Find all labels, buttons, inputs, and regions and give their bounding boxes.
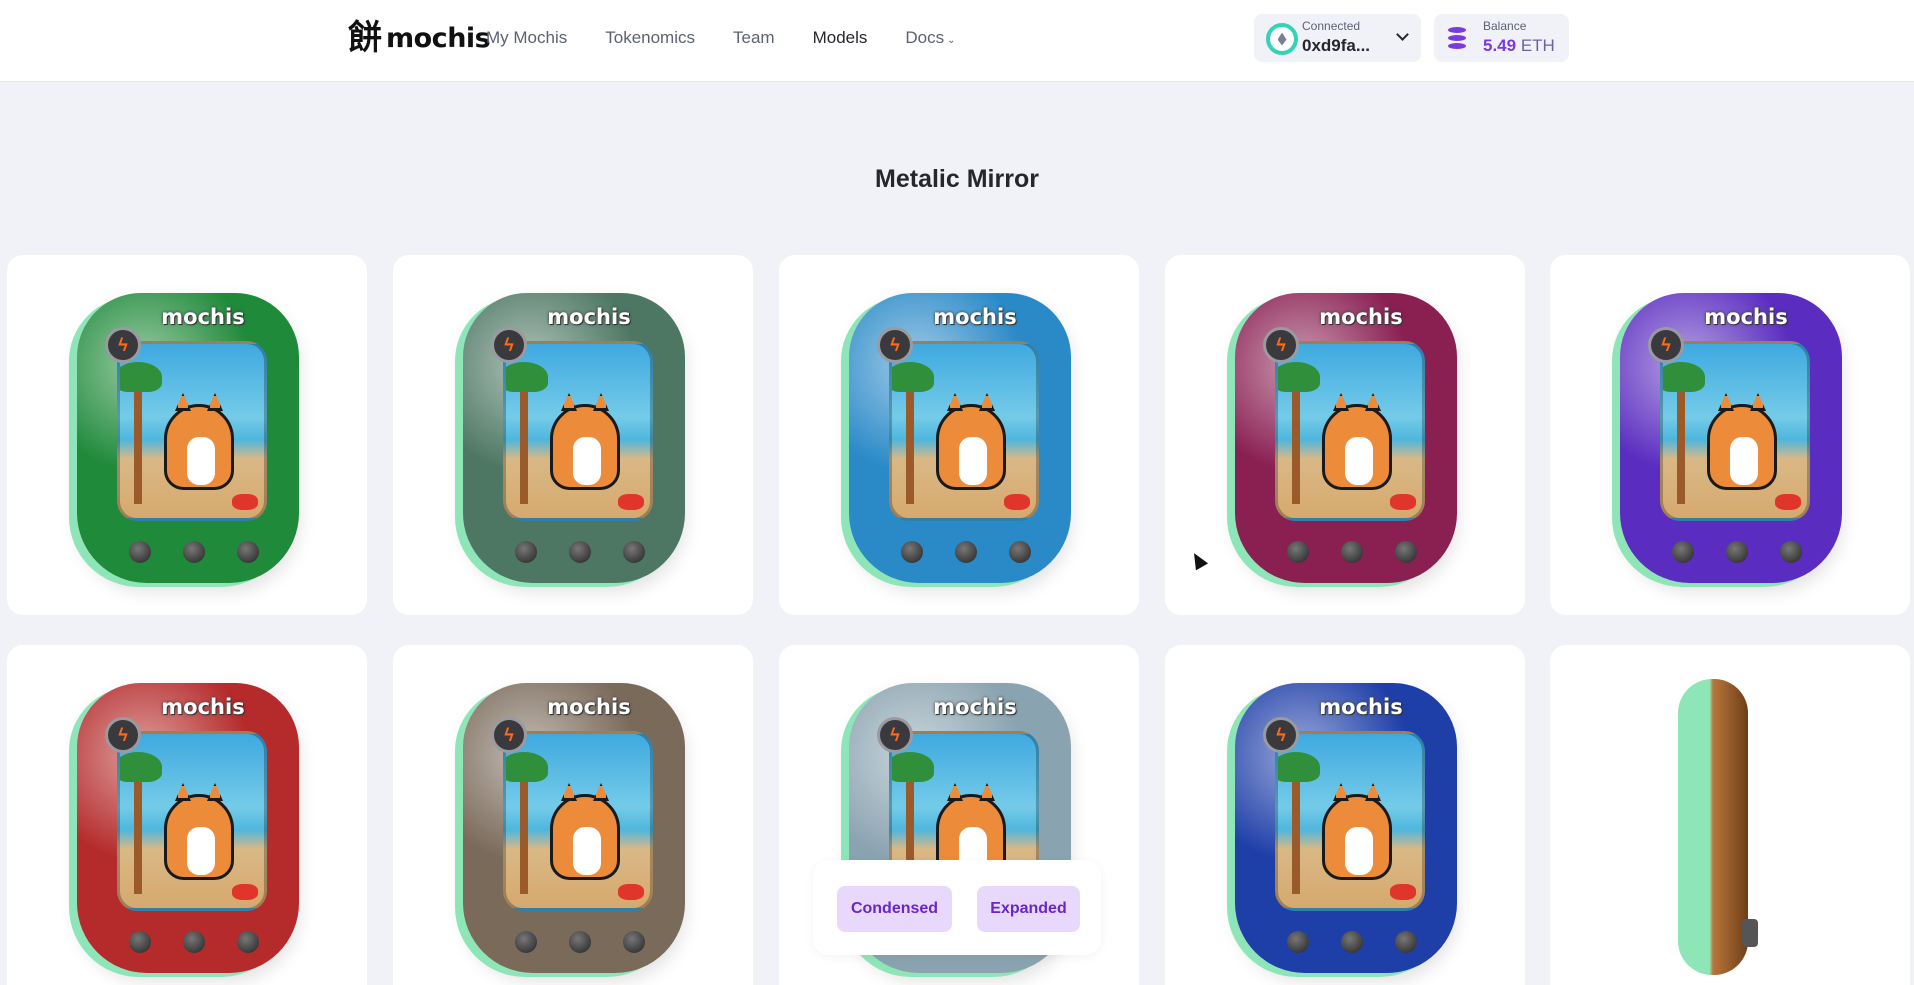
device-brand: mochis <box>547 305 631 329</box>
device-screen <box>117 341 267 521</box>
balance-amount: 5.49 ETH <box>1483 36 1555 56</box>
model-card[interactable]: mochis ϟ <box>1165 255 1525 615</box>
lightning-icon: ϟ <box>877 717 913 753</box>
shiba-sprite <box>936 393 1006 490</box>
nav-my-mochis[interactable]: My Mochis <box>486 28 567 48</box>
lightning-icon: ϟ <box>1648 327 1684 363</box>
shiba-sprite <box>1707 393 1777 490</box>
logo-glyph: 餅 <box>348 18 382 58</box>
shiba-sprite <box>550 393 620 490</box>
shiba-sprite <box>1322 783 1392 880</box>
nav-models[interactable]: Models <box>813 28 868 48</box>
model-card[interactable]: mochis ϟ <box>393 645 753 985</box>
device-screen <box>503 341 653 521</box>
mochi-device-image: mochis ϟ <box>1235 683 1457 973</box>
wallet-status: Connected <box>1302 19 1361 33</box>
crab-sprite <box>232 884 258 900</box>
mochi-device-image: mochis ϟ <box>1620 293 1842 583</box>
nav-team[interactable]: Team <box>733 28 775 48</box>
model-card[interactable]: mochis ϟ <box>7 255 367 615</box>
lightning-icon: ϟ <box>877 327 913 363</box>
logo-text: mochis <box>386 22 491 54</box>
model-card[interactable]: mochis ϟ <box>393 255 753 615</box>
device-buttons <box>515 931 645 953</box>
ethereum-icon <box>1266 23 1298 55</box>
nav-docs[interactable]: Docs ⌄ <box>905 28 955 48</box>
device-screen <box>503 731 653 911</box>
mochi-device-image: mochis ϟ <box>463 683 685 973</box>
model-card[interactable] <box>1550 645 1910 985</box>
mochi-device-image: mochis ϟ <box>77 293 299 583</box>
model-card[interactable]: mochis ϟ <box>1165 645 1525 985</box>
top-header: 餅 mochis My Mochis Tokenomics Team Model… <box>0 0 1914 82</box>
wallet-address: 0xd9fa... <box>1302 36 1371 55</box>
mochi-device-image: mochis ϟ <box>463 293 685 583</box>
crab-sprite <box>1004 494 1030 510</box>
mochi-device-image: mochis ϟ <box>849 293 1071 583</box>
condensed-button[interactable]: Condensed <box>837 886 952 932</box>
device-screen <box>1660 341 1810 521</box>
crab-sprite <box>1390 884 1416 900</box>
lightning-icon: ϟ <box>491 717 527 753</box>
balance-label: Balance <box>1483 19 1527 33</box>
device-screen <box>1275 731 1425 911</box>
crab-sprite <box>232 494 258 510</box>
device-buttons <box>1672 541 1802 563</box>
shiba-sprite <box>164 783 234 880</box>
lightning-icon: ϟ <box>1263 327 1299 363</box>
balance-display: Balance 5.49 ETH <box>1434 14 1569 62</box>
device-buttons <box>1287 541 1417 563</box>
page-title: Metalic Mirror <box>875 165 1039 193</box>
device-brand: mochis <box>1319 695 1403 719</box>
lightning-icon: ϟ <box>105 717 141 753</box>
model-card[interactable]: mochis ϟ <box>7 645 367 985</box>
view-toggle: Condensed Expanded <box>813 860 1101 955</box>
coins-icon <box>1448 27 1466 49</box>
device-brand: mochis <box>933 695 1017 719</box>
device-brand: mochis <box>161 305 245 329</box>
balance-unit: ETH <box>1520 36 1555 55</box>
mochi-device-side-image <box>1678 679 1758 975</box>
crab-sprite <box>1775 494 1801 510</box>
shiba-sprite <box>164 393 234 490</box>
device-buttons <box>129 931 259 953</box>
shiba-sprite <box>550 783 620 880</box>
mochi-device-image: mochis ϟ <box>77 683 299 973</box>
device-screen <box>1275 341 1425 521</box>
lightning-icon: ϟ <box>491 327 527 363</box>
wallet-dropdown[interactable]: Connected 0xd9fa... <box>1254 14 1421 62</box>
nav-tokenomics[interactable]: Tokenomics <box>605 28 695 48</box>
mochi-device-image: mochis ϟ <box>1235 293 1457 583</box>
chevron-down-icon <box>1396 28 1409 41</box>
device-brand: mochis <box>547 695 631 719</box>
device-buttons <box>1287 931 1417 953</box>
device-brand: mochis <box>161 695 245 719</box>
crab-sprite <box>618 494 644 510</box>
main-nav: My Mochis Tokenomics Team Models Docs ⌄ <box>486 28 994 48</box>
crab-sprite <box>1390 494 1416 510</box>
lightning-icon: ϟ <box>105 327 141 363</box>
device-screen <box>117 731 267 911</box>
device-brand: mochis <box>1704 305 1788 329</box>
shiba-sprite <box>1322 393 1392 490</box>
crab-sprite <box>618 884 644 900</box>
device-buttons <box>901 541 1031 563</box>
device-buttons <box>515 541 645 563</box>
chevron-down-icon: ⌄ <box>947 34 956 46</box>
device-screen <box>889 341 1039 521</box>
device-brand: mochis <box>933 305 1017 329</box>
nav-docs-label: Docs <box>905 28 945 47</box>
device-brand: mochis <box>1319 305 1403 329</box>
device-buttons <box>129 541 259 563</box>
model-card[interactable]: mochis ϟ <box>1550 255 1910 615</box>
mochis-logo[interactable]: 餅 mochis <box>348 18 491 58</box>
expanded-button[interactable]: Expanded <box>977 886 1080 932</box>
balance-value: 5.49 <box>1483 36 1517 55</box>
model-card[interactable]: mochis ϟ <box>779 255 1139 615</box>
lightning-icon: ϟ <box>1263 717 1299 753</box>
